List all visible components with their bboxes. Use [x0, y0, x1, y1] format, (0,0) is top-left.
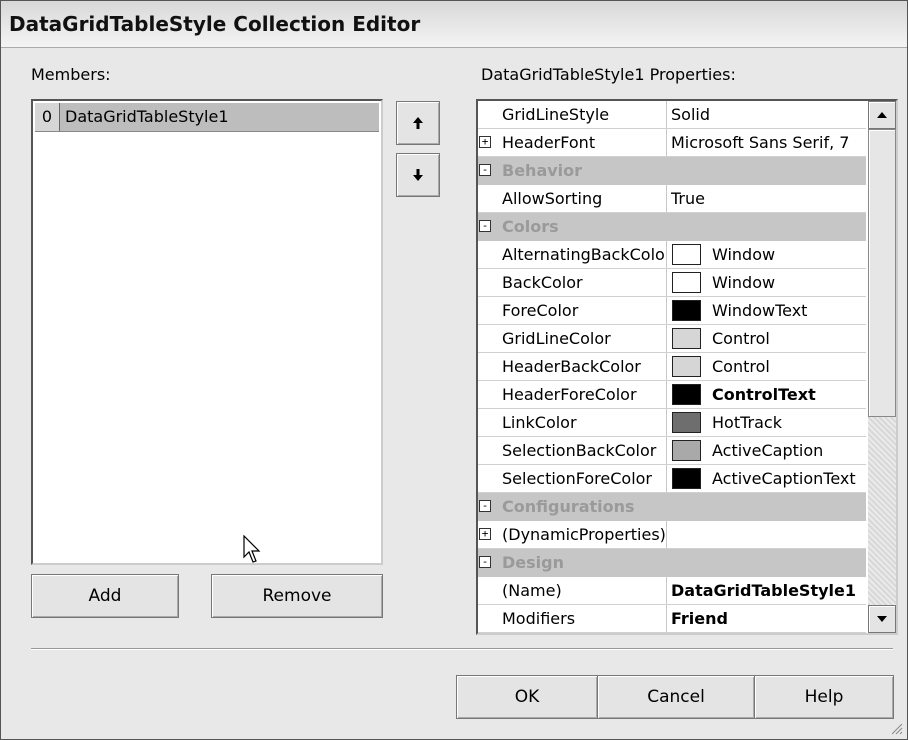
property-value[interactable]: Window	[712, 241, 866, 268]
collapse-icon[interactable]: -	[479, 220, 491, 232]
vertical-scrollbar[interactable]	[868, 101, 896, 633]
window-title: DataGridTableStyle Collection Editor	[9, 12, 421, 36]
property-name: (Name)	[502, 577, 667, 604]
property-value[interactable]: True	[671, 185, 866, 212]
property-value[interactable]: Control	[712, 325, 866, 352]
category-label: Design	[502, 553, 564, 572]
color-swatch	[672, 328, 701, 349]
member-name: DataGridTableStyle1	[65, 107, 229, 126]
property-category-row[interactable]: - Configurations	[478, 493, 866, 521]
add-button[interactable]: Add	[31, 574, 179, 618]
title-bar[interactable]: DataGridTableStyle Collection Editor	[1, 1, 907, 48]
property-row[interactable]: LinkColor HotTrack	[478, 409, 866, 437]
property-name: ForeColor	[502, 297, 667, 324]
property-value[interactable]: Microsoft Sans Serif, 7	[671, 129, 866, 156]
property-value[interactable]: ActiveCaption	[712, 437, 866, 464]
category-label: Configurations	[502, 497, 635, 516]
members-list[interactable]: 0 DataGridTableStyle1	[31, 99, 383, 565]
property-name: BackColor	[502, 269, 667, 296]
scroll-down-button[interactable]	[868, 605, 896, 633]
scroll-up-button[interactable]	[868, 101, 896, 129]
property-row[interactable]: BackColor Window	[478, 269, 866, 297]
property-value[interactable]: HotTrack	[712, 409, 866, 436]
scroll-up-icon	[877, 112, 887, 118]
property-name: HeaderFont	[502, 129, 667, 156]
property-category-row[interactable]: - Behavior	[478, 157, 866, 185]
property-name: Modifiers	[502, 605, 667, 632]
scroll-track[interactable]	[868, 417, 896, 605]
color-swatch	[672, 356, 701, 377]
arrow-down-icon	[413, 169, 423, 181]
property-row[interactable]: Modifiers Friend	[478, 605, 866, 633]
resize-grip-icon[interactable]	[889, 721, 903, 735]
property-value[interactable]: Friend	[671, 605, 866, 632]
property-name: SelectionBackColor	[502, 437, 667, 464]
ok-button[interactable]: OK	[456, 675, 598, 719]
property-name: AllowSorting	[502, 185, 667, 212]
property-category-row[interactable]: - Colors	[478, 213, 866, 241]
property-name: AlternatingBackColor	[502, 241, 667, 268]
property-row[interactable]: HeaderForeColor ControlText	[478, 381, 866, 409]
properties-label: DataGridTableStyle1 Properties:	[481, 65, 736, 84]
property-name: (DynamicProperties)	[502, 521, 667, 548]
property-value[interactable]: Solid	[671, 101, 866, 128]
property-row[interactable]: GridLineStyle Solid	[478, 101, 866, 129]
mouse-pointer-icon	[243, 535, 261, 563]
property-value[interactable]: WindowText	[712, 297, 866, 324]
collapse-icon[interactable]: -	[479, 556, 491, 568]
property-name: HeaderForeColor	[502, 381, 667, 408]
property-row[interactable]: SelectionBackColor ActiveCaption	[478, 437, 866, 465]
property-name: GridLineStyle	[502, 101, 667, 128]
property-category-row[interactable]: - Design	[478, 549, 866, 577]
property-row[interactable]: SelectionForeColor ActiveCaptionText	[478, 465, 866, 493]
color-swatch	[672, 412, 701, 433]
color-swatch	[672, 300, 701, 321]
move-down-button[interactable]	[396, 153, 440, 197]
expand-icon[interactable]: +	[479, 136, 491, 148]
color-swatch	[672, 384, 701, 405]
property-row[interactable]: (Name) DataGridTableStyle1	[478, 577, 866, 605]
property-value[interactable]: ActiveCaptionText	[712, 465, 866, 492]
collection-editor-dialog: DataGridTableStyle Collection Editor Mem…	[0, 0, 908, 740]
category-label: Behavior	[502, 161, 583, 180]
scroll-down-icon	[877, 616, 887, 622]
color-swatch	[672, 272, 701, 293]
remove-button[interactable]: Remove	[211, 574, 383, 618]
separator	[31, 648, 893, 650]
property-value[interactable]: Control	[712, 353, 866, 380]
property-name: HeaderBackColor	[502, 353, 667, 380]
property-row[interactable]: ForeColor WindowText	[478, 297, 866, 325]
move-up-button[interactable]	[396, 101, 440, 145]
cancel-button[interactable]: Cancel	[597, 675, 755, 719]
collapse-icon[interactable]: -	[479, 164, 491, 176]
property-value[interactable]: Window	[712, 269, 866, 296]
expand-icon[interactable]: +	[479, 528, 491, 540]
scroll-thumb[interactable]	[868, 129, 896, 417]
color-swatch	[672, 468, 701, 489]
color-swatch	[672, 440, 701, 461]
arrow-up-icon	[413, 117, 423, 129]
property-value[interactable]: ControlText	[712, 381, 866, 408]
property-row[interactable]: + (DynamicProperties)	[478, 521, 866, 549]
property-name: LinkColor	[502, 409, 667, 436]
members-label: Members:	[31, 65, 111, 84]
property-row[interactable]: AllowSorting True	[478, 185, 866, 213]
property-name: SelectionForeColor	[502, 465, 667, 492]
property-row[interactable]: GridLineColor Control	[478, 325, 866, 353]
color-swatch	[672, 244, 701, 265]
category-label: Colors	[502, 217, 559, 236]
property-name: GridLineColor	[502, 325, 667, 352]
collapse-icon[interactable]: -	[479, 500, 491, 512]
help-button[interactable]: Help	[754, 675, 894, 719]
property-row[interactable]: + HeaderFont Microsoft Sans Serif, 7	[478, 129, 866, 157]
property-row[interactable]: HeaderBackColor Control	[478, 353, 866, 381]
member-index: 0	[35, 103, 60, 131]
property-row[interactable]: AlternatingBackColor Window	[478, 241, 866, 269]
property-grid[interactable]: GridLineStyle Solid + HeaderFont Microsoft S…	[476, 99, 898, 635]
property-value[interactable]	[671, 521, 866, 548]
property-value[interactable]: DataGridTableStyle1	[671, 577, 866, 604]
list-item[interactable]: 0 DataGridTableStyle1	[35, 103, 379, 132]
